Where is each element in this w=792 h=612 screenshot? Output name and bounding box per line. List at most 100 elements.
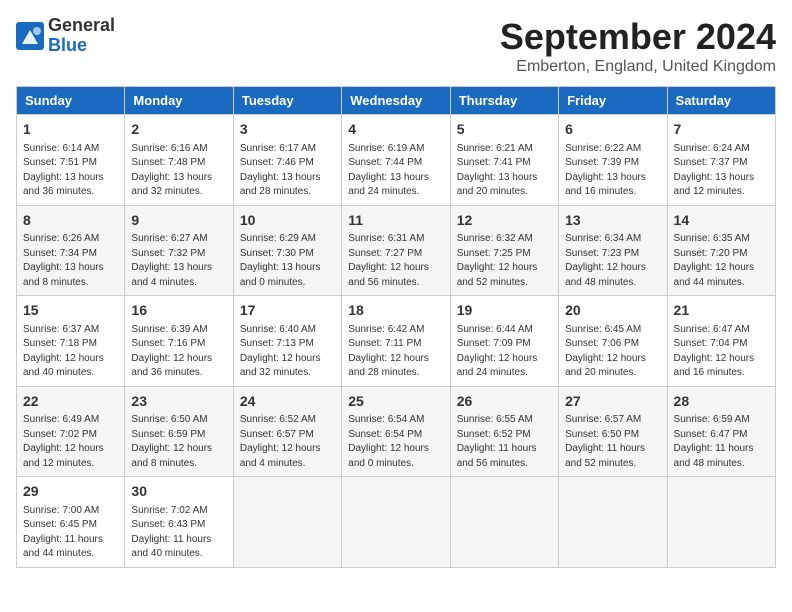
calendar-day-cell: 1Sunrise: 6:14 AM Sunset: 7:51 PM Daylig… — [17, 115, 125, 206]
calendar-day-cell: 16Sunrise: 6:39 AM Sunset: 7:16 PM Dayli… — [125, 296, 233, 387]
day-info: Sunrise: 6:22 AM Sunset: 7:39 PM Dayligh… — [565, 142, 660, 200]
calendar-day-cell: 5Sunrise: 6:21 AM Sunset: 7:41 PM Daylig… — [450, 115, 558, 206]
day-number: 10 — [240, 211, 335, 231]
weekday-header-wednesday: Wednesday — [342, 87, 450, 115]
calendar-day-cell: 4Sunrise: 6:19 AM Sunset: 7:44 PM Daylig… — [342, 115, 450, 206]
calendar-week-row: 8Sunrise: 6:26 AM Sunset: 7:34 PM Daylig… — [17, 205, 776, 296]
page-header: General Blue September 2024 Emberton, En… — [16, 16, 776, 76]
day-info: Sunrise: 6:47 AM Sunset: 7:04 PM Dayligh… — [674, 323, 769, 381]
day-info: Sunrise: 6:34 AM Sunset: 7:23 PM Dayligh… — [565, 232, 660, 290]
calendar-day-cell: 25Sunrise: 6:54 AM Sunset: 6:54 PM Dayli… — [342, 386, 450, 477]
day-info: Sunrise: 6:16 AM Sunset: 7:48 PM Dayligh… — [131, 142, 226, 200]
day-number: 4 — [348, 120, 443, 140]
day-info: Sunrise: 6:35 AM Sunset: 7:20 PM Dayligh… — [674, 232, 769, 290]
day-info: Sunrise: 6:49 AM Sunset: 7:02 PM Dayligh… — [23, 413, 118, 471]
day-info: Sunrise: 6:24 AM Sunset: 7:37 PM Dayligh… — [674, 142, 769, 200]
day-number: 25 — [348, 392, 443, 412]
day-number: 2 — [131, 120, 226, 140]
day-info: Sunrise: 6:19 AM Sunset: 7:44 PM Dayligh… — [348, 142, 443, 200]
calendar-day-cell: 26Sunrise: 6:55 AM Sunset: 6:52 PM Dayli… — [450, 386, 558, 477]
title-block: September 2024 Emberton, England, United… — [500, 16, 776, 76]
day-info: Sunrise: 7:00 AM Sunset: 6:45 PM Dayligh… — [23, 504, 118, 562]
calendar-day-cell — [450, 477, 558, 568]
day-info: Sunrise: 6:37 AM Sunset: 7:18 PM Dayligh… — [23, 323, 118, 381]
calendar-day-cell: 24Sunrise: 6:52 AM Sunset: 6:57 PM Dayli… — [233, 386, 341, 477]
day-info: Sunrise: 6:59 AM Sunset: 6:47 PM Dayligh… — [674, 413, 769, 471]
day-number: 18 — [348, 301, 443, 321]
day-number: 8 — [23, 211, 118, 231]
calendar-day-cell: 3Sunrise: 6:17 AM Sunset: 7:46 PM Daylig… — [233, 115, 341, 206]
day-info: Sunrise: 6:21 AM Sunset: 7:41 PM Dayligh… — [457, 142, 552, 200]
calendar-day-cell: 7Sunrise: 6:24 AM Sunset: 7:37 PM Daylig… — [667, 115, 775, 206]
day-number: 27 — [565, 392, 660, 412]
day-number: 26 — [457, 392, 552, 412]
day-number: 1 — [23, 120, 118, 140]
day-number: 13 — [565, 211, 660, 231]
weekday-header-row: SundayMondayTuesdayWednesdayThursdayFrid… — [17, 87, 776, 115]
day-number: 28 — [674, 392, 769, 412]
day-number: 5 — [457, 120, 552, 140]
day-number: 7 — [674, 120, 769, 140]
day-number: 17 — [240, 301, 335, 321]
calendar-day-cell: 13Sunrise: 6:34 AM Sunset: 7:23 PM Dayli… — [559, 205, 667, 296]
calendar-day-cell: 9Sunrise: 6:27 AM Sunset: 7:32 PM Daylig… — [125, 205, 233, 296]
day-info: Sunrise: 6:31 AM Sunset: 7:27 PM Dayligh… — [348, 232, 443, 290]
day-number: 3 — [240, 120, 335, 140]
calendar-day-cell: 10Sunrise: 6:29 AM Sunset: 7:30 PM Dayli… — [233, 205, 341, 296]
day-info: Sunrise: 6:17 AM Sunset: 7:46 PM Dayligh… — [240, 142, 335, 200]
day-info: Sunrise: 6:45 AM Sunset: 7:06 PM Dayligh… — [565, 323, 660, 381]
day-number: 15 — [23, 301, 118, 321]
weekday-header-saturday: Saturday — [667, 87, 775, 115]
weekday-header-friday: Friday — [559, 87, 667, 115]
day-info: Sunrise: 6:42 AM Sunset: 7:11 PM Dayligh… — [348, 323, 443, 381]
day-info: Sunrise: 6:52 AM Sunset: 6:57 PM Dayligh… — [240, 413, 335, 471]
calendar-day-cell — [233, 477, 341, 568]
calendar-day-cell: 23Sunrise: 6:50 AM Sunset: 6:59 PM Dayli… — [125, 386, 233, 477]
calendar-week-row: 29Sunrise: 7:00 AM Sunset: 6:45 PM Dayli… — [17, 477, 776, 568]
day-info: Sunrise: 6:26 AM Sunset: 7:34 PM Dayligh… — [23, 232, 118, 290]
calendar-day-cell: 17Sunrise: 6:40 AM Sunset: 7:13 PM Dayli… — [233, 296, 341, 387]
logo-text: General Blue — [48, 16, 115, 56]
day-number: 20 — [565, 301, 660, 321]
calendar-day-cell: 11Sunrise: 6:31 AM Sunset: 7:27 PM Dayli… — [342, 205, 450, 296]
weekday-header-monday: Monday — [125, 87, 233, 115]
calendar-week-row: 15Sunrise: 6:37 AM Sunset: 7:18 PM Dayli… — [17, 296, 776, 387]
calendar-title: September 2024 — [500, 16, 776, 58]
calendar-day-cell: 8Sunrise: 6:26 AM Sunset: 7:34 PM Daylig… — [17, 205, 125, 296]
day-number: 21 — [674, 301, 769, 321]
calendar-day-cell: 28Sunrise: 6:59 AM Sunset: 6:47 PM Dayli… — [667, 386, 775, 477]
day-number: 19 — [457, 301, 552, 321]
day-info: Sunrise: 6:39 AM Sunset: 7:16 PM Dayligh… — [131, 323, 226, 381]
day-number: 24 — [240, 392, 335, 412]
day-number: 9 — [131, 211, 226, 231]
day-number: 16 — [131, 301, 226, 321]
day-number: 12 — [457, 211, 552, 231]
day-info: Sunrise: 6:14 AM Sunset: 7:51 PM Dayligh… — [23, 142, 118, 200]
day-number: 23 — [131, 392, 226, 412]
day-number: 14 — [674, 211, 769, 231]
calendar-table: SundayMondayTuesdayWednesdayThursdayFrid… — [16, 86, 776, 568]
weekday-header-sunday: Sunday — [17, 87, 125, 115]
calendar-day-cell: 30Sunrise: 7:02 AM Sunset: 6:43 PM Dayli… — [125, 477, 233, 568]
calendar-day-cell — [342, 477, 450, 568]
calendar-day-cell — [559, 477, 667, 568]
day-info: Sunrise: 6:29 AM Sunset: 7:30 PM Dayligh… — [240, 232, 335, 290]
day-info: Sunrise: 6:55 AM Sunset: 6:52 PM Dayligh… — [457, 413, 552, 471]
day-info: Sunrise: 6:54 AM Sunset: 6:54 PM Dayligh… — [348, 413, 443, 471]
calendar-day-cell: 14Sunrise: 6:35 AM Sunset: 7:20 PM Dayli… — [667, 205, 775, 296]
calendar-day-cell — [667, 477, 775, 568]
day-info: Sunrise: 6:57 AM Sunset: 6:50 PM Dayligh… — [565, 413, 660, 471]
day-number: 30 — [131, 482, 226, 502]
calendar-day-cell: 15Sunrise: 6:37 AM Sunset: 7:18 PM Dayli… — [17, 296, 125, 387]
day-number: 11 — [348, 211, 443, 231]
calendar-day-cell: 2Sunrise: 6:16 AM Sunset: 7:48 PM Daylig… — [125, 115, 233, 206]
calendar-week-row: 22Sunrise: 6:49 AM Sunset: 7:02 PM Dayli… — [17, 386, 776, 477]
calendar-day-cell: 19Sunrise: 6:44 AM Sunset: 7:09 PM Dayli… — [450, 296, 558, 387]
calendar-day-cell: 27Sunrise: 6:57 AM Sunset: 6:50 PM Dayli… — [559, 386, 667, 477]
logo-icon — [16, 22, 44, 50]
weekday-header-tuesday: Tuesday — [233, 87, 341, 115]
day-info: Sunrise: 6:40 AM Sunset: 7:13 PM Dayligh… — [240, 323, 335, 381]
calendar-day-cell: 21Sunrise: 6:47 AM Sunset: 7:04 PM Dayli… — [667, 296, 775, 387]
day-info: Sunrise: 6:27 AM Sunset: 7:32 PM Dayligh… — [131, 232, 226, 290]
day-info: Sunrise: 6:44 AM Sunset: 7:09 PM Dayligh… — [457, 323, 552, 381]
